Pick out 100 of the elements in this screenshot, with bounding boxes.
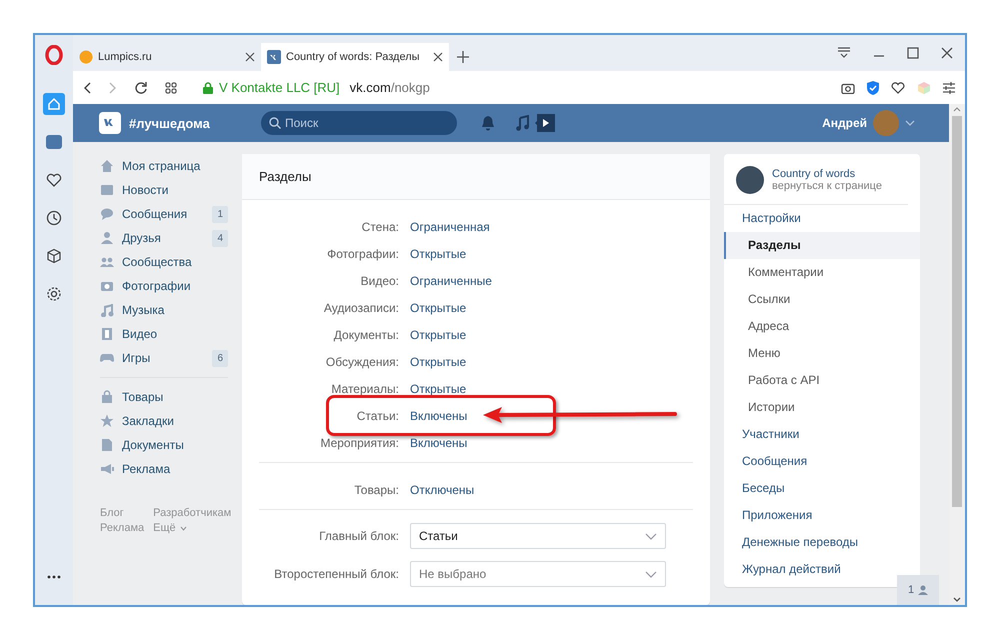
menu-item[interactable]: Комментарии bbox=[724, 259, 920, 286]
back-link[interactable]: вернуться к странице bbox=[772, 180, 882, 192]
reload-icon[interactable] bbox=[135, 82, 147, 94]
music-note-icon[interactable] bbox=[515, 115, 529, 131]
setting-label: Мероприятия: bbox=[319, 436, 399, 450]
menu-item[interactable]: Истории bbox=[724, 394, 920, 421]
setting-value[interactable]: Открытые bbox=[410, 328, 466, 342]
menu-item[interactable]: Ссылки bbox=[724, 286, 920, 313]
setting-value[interactable]: Открытые bbox=[410, 382, 466, 396]
back-icon[interactable] bbox=[83, 82, 91, 94]
setting-value[interactable]: Отключены bbox=[410, 482, 474, 496]
chevron-down-icon[interactable] bbox=[905, 120, 915, 126]
menu-item[interactable]: Денежные переводы bbox=[724, 529, 920, 556]
nav-item[interactable]: Реклама bbox=[100, 457, 228, 481]
menu-item[interactable]: Приложения bbox=[724, 502, 920, 529]
more-icon[interactable] bbox=[47, 575, 61, 579]
speech-bubble-icon bbox=[100, 207, 114, 221]
camera-icon[interactable] bbox=[841, 82, 855, 94]
user-name[interactable]: Андрей bbox=[822, 116, 867, 130]
setting-value[interactable]: Открытые bbox=[410, 354, 466, 368]
setting-value[interactable]: Открытые bbox=[410, 246, 466, 260]
browser-tab[interactable]: Lumpics.ru bbox=[73, 43, 261, 71]
setting-label: Главный блок: bbox=[318, 529, 399, 543]
opera-logo-icon[interactable] bbox=[45, 45, 63, 65]
chevron-down-icon bbox=[645, 570, 657, 578]
scrollbar-thumb[interactable] bbox=[952, 116, 962, 507]
nav-item[interactable]: Моя страница bbox=[100, 154, 228, 178]
sliders-icon[interactable] bbox=[943, 82, 955, 94]
menu-item[interactable]: Участники bbox=[724, 421, 920, 448]
film-icon bbox=[100, 327, 114, 341]
gamepad-icon bbox=[100, 351, 114, 365]
setting-label: Обсуждения: bbox=[324, 354, 399, 368]
close-icon[interactable] bbox=[941, 47, 953, 59]
new-tab-icon[interactable] bbox=[457, 51, 469, 63]
nav-item[interactable]: Сообщества bbox=[100, 250, 228, 274]
heart-icon[interactable] bbox=[46, 172, 62, 188]
megaphone-icon bbox=[100, 462, 114, 476]
setting-value[interactable]: Открытые bbox=[410, 300, 466, 314]
setting-label: Материалы: bbox=[330, 382, 399, 396]
menu-item[interactable]: Сообщения bbox=[724, 448, 920, 475]
setting-value[interactable]: Включены bbox=[410, 436, 468, 450]
menu-icon[interactable] bbox=[837, 47, 851, 59]
menu-item[interactable]: Меню bbox=[724, 340, 920, 367]
setting-label: Стена: bbox=[360, 220, 399, 234]
menu-item[interactable]: Работа с API bbox=[724, 367, 920, 394]
community-hashtag[interactable]: #лучшедома bbox=[129, 116, 261, 130]
nav-item[interactable]: Игры 6 bbox=[100, 346, 228, 370]
document-icon bbox=[100, 438, 114, 452]
clock-icon[interactable] bbox=[46, 210, 62, 226]
site-owner: V Kontakte LLC [RU] bbox=[219, 80, 340, 95]
search-field[interactable]: Поиск bbox=[261, 111, 457, 135]
menu-item[interactable]: Беседы bbox=[724, 475, 920, 502]
nav-item[interactable]: Сообщения 1 bbox=[100, 202, 228, 226]
menu-item[interactable]: Адреса bbox=[724, 313, 920, 340]
community-name[interactable]: Country of words bbox=[772, 168, 882, 180]
dropdown[interactable]: Не выбрано bbox=[410, 561, 666, 587]
nav-item[interactable]: Друзья 4 bbox=[100, 226, 228, 250]
nav-item[interactable]: Закладки bbox=[100, 409, 228, 433]
browser-tab[interactable]: Country of words: Разделы bbox=[261, 43, 449, 71]
setting-label: Товары: bbox=[353, 482, 399, 496]
setting-label: Документы: bbox=[332, 328, 399, 342]
nav-item[interactable]: Видео bbox=[100, 322, 228, 346]
setting-label: Фотографии: bbox=[326, 246, 399, 260]
setting-label: Второстепенный блок: bbox=[273, 567, 399, 581]
shield-check-icon[interactable] bbox=[867, 80, 879, 94]
nav-item[interactable]: Документы bbox=[100, 433, 228, 457]
nav-item[interactable]: Товары bbox=[100, 385, 228, 409]
settings-icon[interactable] bbox=[46, 286, 62, 302]
counter-badge: 1 bbox=[212, 206, 228, 222]
setting-value[interactable]: Включены bbox=[410, 408, 468, 422]
bell-icon[interactable] bbox=[481, 115, 495, 131]
online-counter[interactable]: 1 bbox=[897, 575, 939, 605]
cube-icon[interactable] bbox=[46, 248, 62, 264]
setting-value[interactable]: Ограниченные bbox=[410, 274, 492, 288]
people-icon bbox=[100, 255, 114, 269]
play-icon[interactable] bbox=[535, 114, 555, 132]
url-host: vk.com bbox=[350, 80, 391, 95]
person-icon bbox=[100, 231, 114, 245]
maximize-icon[interactable] bbox=[907, 47, 919, 59]
url-path: /nokgp bbox=[390, 80, 430, 95]
vk-logo-icon[interactable] bbox=[99, 112, 121, 134]
counter-badge: 4 bbox=[212, 230, 228, 246]
dropdown[interactable]: Статьи bbox=[410, 523, 666, 549]
menu-item[interactable]: Настройки bbox=[724, 205, 920, 232]
home-icon[interactable] bbox=[46, 96, 62, 112]
close-icon[interactable] bbox=[433, 52, 443, 62]
scroll-up-icon[interactable] bbox=[953, 107, 961, 112]
setting-value[interactable]: Ограниченная bbox=[410, 220, 490, 234]
shopping-bag-icon bbox=[100, 390, 114, 404]
nav-item[interactable]: Фотографии bbox=[100, 274, 228, 298]
panel-title: Разделы bbox=[242, 154, 710, 200]
scroll-down-icon[interactable] bbox=[953, 597, 961, 602]
nav-item[interactable]: Новости bbox=[100, 178, 228, 202]
community-avatar[interactable] bbox=[736, 166, 764, 194]
close-icon[interactable] bbox=[245, 52, 255, 62]
heart-icon[interactable] bbox=[891, 82, 905, 94]
counter-badge: 6 bbox=[212, 350, 228, 366]
menu-item[interactable]: Разделы bbox=[724, 232, 920, 259]
nav-item[interactable]: Музыка bbox=[100, 298, 228, 322]
grid-icon[interactable] bbox=[165, 82, 177, 94]
